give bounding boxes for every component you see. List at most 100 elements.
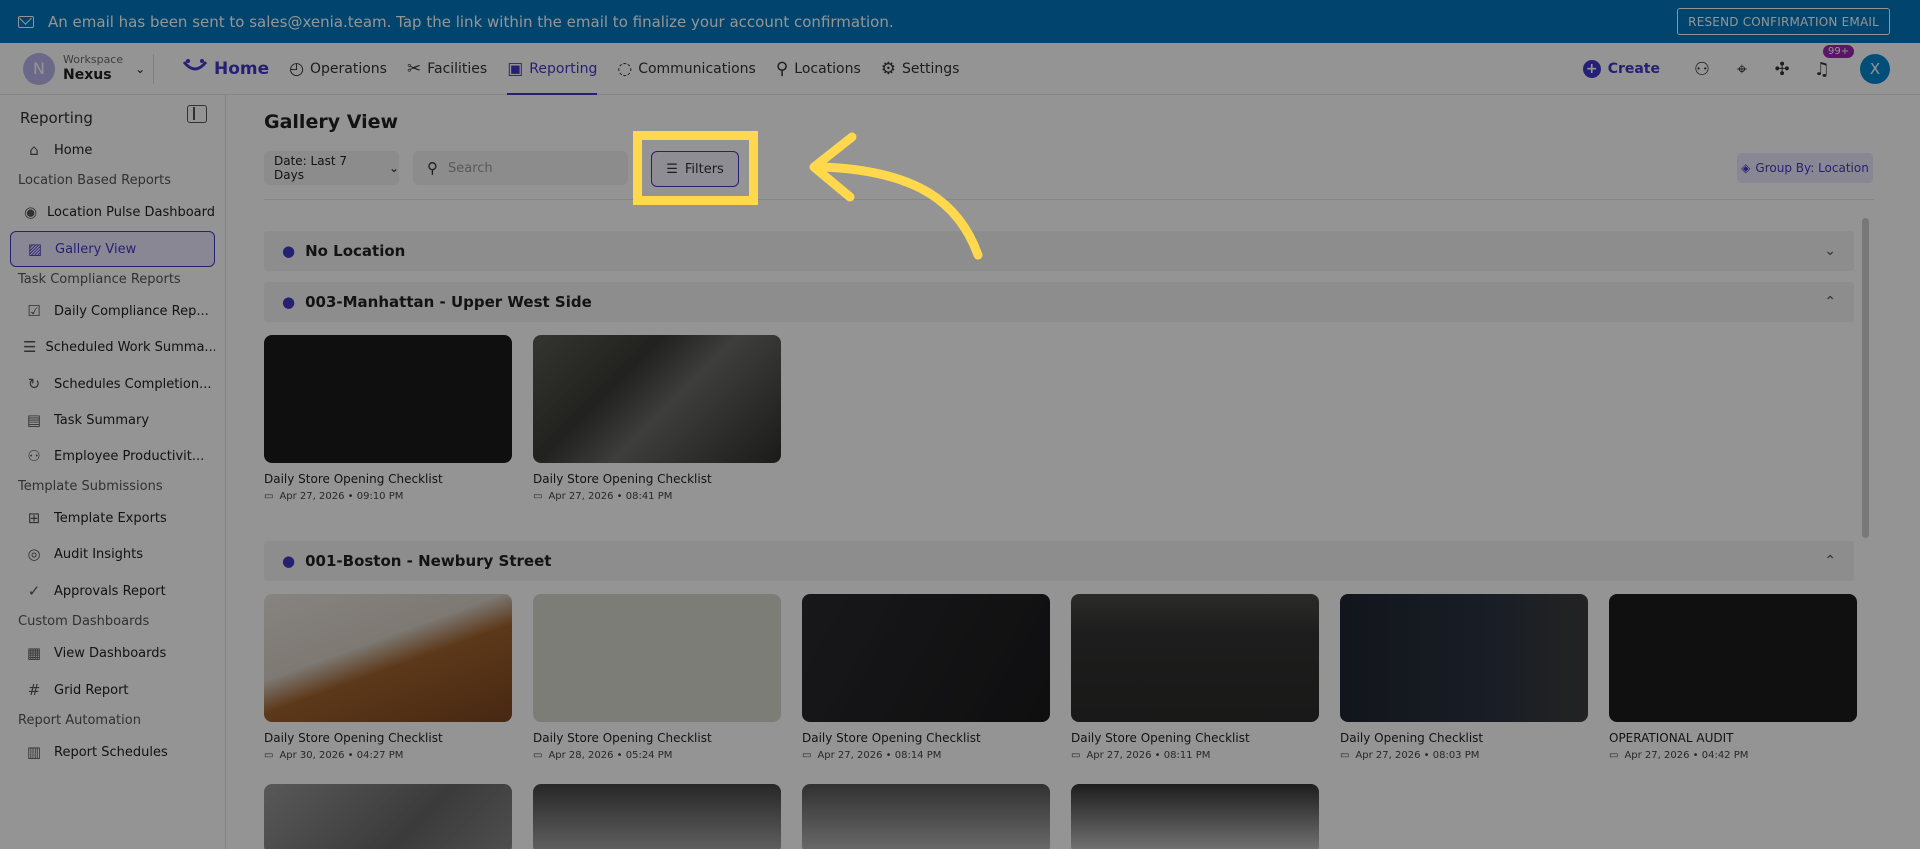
scrollbar[interactable] xyxy=(1862,218,1869,538)
chevron-down-icon: ⌄ xyxy=(1824,243,1836,259)
resend-confirmation-button[interactable]: RESEND CONFIRMATION EMAIL xyxy=(1677,8,1890,35)
card-date: ▭ Apr 27, 2026 • 08:03 PM xyxy=(1340,750,1480,761)
card-thumbnail[interactable] xyxy=(264,784,512,849)
gallery-card[interactable]: Daily Store Opening Checklist ▭ Apr 27, 2… xyxy=(264,335,512,502)
sidebar-item-employee-productivity[interactable]: ⚇ Employee Productivit... xyxy=(10,438,215,474)
sidebar-item-label: Report Schedules xyxy=(54,744,168,760)
section-location-based: Location Based Reports xyxy=(18,173,172,188)
sidebar-item-label: Employee Productivit... xyxy=(54,448,205,464)
banner-message: An email has been sent to sales@xenia.te… xyxy=(48,12,894,31)
sidebar-item-approvals-report[interactable]: ✓ Approvals Report xyxy=(10,573,215,609)
sidebar-item-scheduled-work[interactable]: ☰ Scheduled Work Summa... xyxy=(10,329,215,365)
chart-board-icon: ▣ xyxy=(507,58,524,79)
gallery-card[interactable]: Daily Store Opening Checklist ▭ Apr 27, 2… xyxy=(1071,594,1319,761)
audit-icon: ◎ xyxy=(27,545,41,563)
search-input[interactable]: ⚲ Search xyxy=(413,151,628,185)
nav-communications[interactable]: ◌ Communications xyxy=(617,43,755,95)
chevron-up-icon: ⌃ xyxy=(1824,294,1836,310)
bell-icon[interactable]: ♫ 99+ xyxy=(1802,44,1855,80)
location-pin-icon: ● xyxy=(282,293,296,311)
location-group-name: 003-Manhattan - Upper West Side xyxy=(305,293,592,311)
gallery-card[interactable]: Daily Store Opening Checklist ▭ Apr 27, 2… xyxy=(802,594,1050,761)
confirmation-banner: An email has been sent to sales@xenia.te… xyxy=(0,0,1920,43)
sidebar-item-home[interactable]: ⌂ Home xyxy=(10,132,215,168)
location-pin-icon: ● xyxy=(282,552,296,570)
refresh-icon: ↻ xyxy=(27,375,41,393)
group-by-button[interactable]: ◈ Group By: Location xyxy=(1737,153,1873,183)
home-icon: ⌂ xyxy=(29,141,39,159)
chevron-down-icon: ⌄ xyxy=(135,61,146,76)
section-task-compliance: Task Compliance Reports xyxy=(18,272,181,287)
nav-settings[interactable]: ⚙ Settings xyxy=(881,43,960,95)
location-group-name: No Location xyxy=(305,242,406,260)
calendar-icon: ▭ xyxy=(802,750,812,761)
clipboard-check-icon: ☑ xyxy=(27,302,41,320)
mail-icon xyxy=(18,15,34,28)
nav-home[interactable]: Home xyxy=(182,43,269,95)
date-filter-dropdown[interactable]: Date: Last 7 Days ⌄ xyxy=(264,151,399,185)
location-group-header[interactable]: ● 001-Boston - Newbury Street ⌃ xyxy=(264,541,1854,581)
sidebar-item-task-summary[interactable]: ▤ Task Summary xyxy=(10,402,215,438)
workspace-label: Workspace xyxy=(63,53,124,67)
sliders-icon: ⚙ xyxy=(880,58,897,79)
card-date: ▭ Apr 27, 2026 • 08:14 PM xyxy=(802,750,942,761)
sidebar-item-location-pulse[interactable]: ◉ Location Pulse Dashboard xyxy=(10,194,215,230)
card-date: ▭ Apr 28, 2026 • 05:24 PM xyxy=(533,750,673,761)
card-date: ▭ Apr 30, 2026 • 04:27 PM xyxy=(264,750,404,761)
card-thumbnail xyxy=(264,335,512,463)
chevron-up-icon: ⌃ xyxy=(1824,553,1836,569)
user-avatar[interactable]: X xyxy=(1860,54,1890,84)
location-group-header[interactable]: ● 003-Manhattan - Upper West Side ⌃ xyxy=(264,282,1854,322)
nav-facilities-label: Facilities xyxy=(427,60,488,77)
card-thumbnail[interactable] xyxy=(533,784,781,849)
calendar-icon: ▭ xyxy=(1609,750,1619,761)
sidebar-item-label: Grid Report xyxy=(54,682,129,698)
sidebar-item-template-exports[interactable]: ⊞ Template Exports xyxy=(10,500,215,536)
sidebar-item-schedules-completion[interactable]: ↻ Schedules Completion... xyxy=(10,366,215,402)
dashboard-icon: ▦ xyxy=(26,644,42,662)
nav-locations[interactable]: ⚲ Locations xyxy=(776,43,861,95)
sidebar-item-gallery-view[interactable]: ▨ Gallery View xyxy=(10,231,215,267)
calendar-icon: ▭ xyxy=(264,750,274,761)
telescope-icon[interactable]: ⌖ xyxy=(1722,59,1762,80)
gallery-card[interactable]: Daily Store Opening Checklist ▭ Apr 28, 2… xyxy=(533,594,781,761)
search-icon: ⚲ xyxy=(427,159,438,177)
nav-reporting[interactable]: ▣ Reporting xyxy=(507,43,598,95)
collapse-sidebar-icon[interactable] xyxy=(187,105,207,123)
calendar-icon: ▭ xyxy=(533,750,543,761)
nav-facilities[interactable]: ✂ Facilities xyxy=(407,43,487,95)
card-thumbnail xyxy=(1340,594,1588,722)
page-title: Gallery View xyxy=(264,111,399,133)
location-group-name: 001-Boston - Newbury Street xyxy=(305,552,552,570)
grid-icon: # xyxy=(27,681,41,699)
card-title: Daily Store Opening Checklist xyxy=(264,731,443,745)
gallery-card[interactable]: Daily Opening Checklist ▭ Apr 27, 2026 • … xyxy=(1340,594,1588,761)
puzzle-icon[interactable]: ✣ xyxy=(1762,59,1802,80)
card-thumbnail[interactable] xyxy=(802,784,1050,849)
search-placeholder: Search xyxy=(448,160,493,176)
image-icon: ▨ xyxy=(27,240,43,258)
sidebar-item-grid-report[interactable]: # Grid Report xyxy=(10,672,215,708)
location-group-header[interactable]: ● No Location ⌄ xyxy=(264,231,1854,271)
calendar-icon: ▥ xyxy=(26,743,42,761)
tools-icon: ✂ xyxy=(406,58,422,79)
divider xyxy=(153,53,154,84)
sidebar-item-daily-compliance[interactable]: ☑ Daily Compliance Rep... xyxy=(10,293,215,329)
card-title: Daily Opening Checklist xyxy=(1340,731,1484,745)
sidebar-item-label: Home xyxy=(54,142,93,158)
sidebar-item-audit-insights[interactable]: ◎ Audit Insights xyxy=(10,536,215,572)
card-thumbnail[interactable] xyxy=(1071,784,1319,849)
create-button[interactable]: + Create xyxy=(1582,60,1660,78)
sidebar-item-view-dashboards[interactable]: ▦ View Dashboards xyxy=(10,635,215,671)
gallery-card[interactable]: Daily Store Opening Checklist ▭ Apr 27, 2… xyxy=(533,335,781,502)
gallery-card[interactable]: Daily Store Opening Checklist ▭ Apr 30, 2… xyxy=(264,594,512,761)
add-user-icon[interactable]: ⚇ xyxy=(1682,59,1722,80)
divider xyxy=(264,199,1874,200)
gallery-card[interactable]: OPERATIONAL AUDIT ▭ Apr 27, 2026 • 04:42 … xyxy=(1609,594,1857,761)
sidebar-item-label: Gallery View xyxy=(55,241,137,257)
sidebar-item-label: Template Exports xyxy=(54,510,167,526)
workspace-switcher[interactable]: N Workspace Nexus ⌄ xyxy=(23,52,153,85)
section-template-submissions: Template Submissions xyxy=(18,479,163,494)
nav-operations[interactable]: ◴ Operations xyxy=(289,43,387,95)
sidebar-item-report-schedules[interactable]: ▥ Report Schedules xyxy=(10,734,215,770)
